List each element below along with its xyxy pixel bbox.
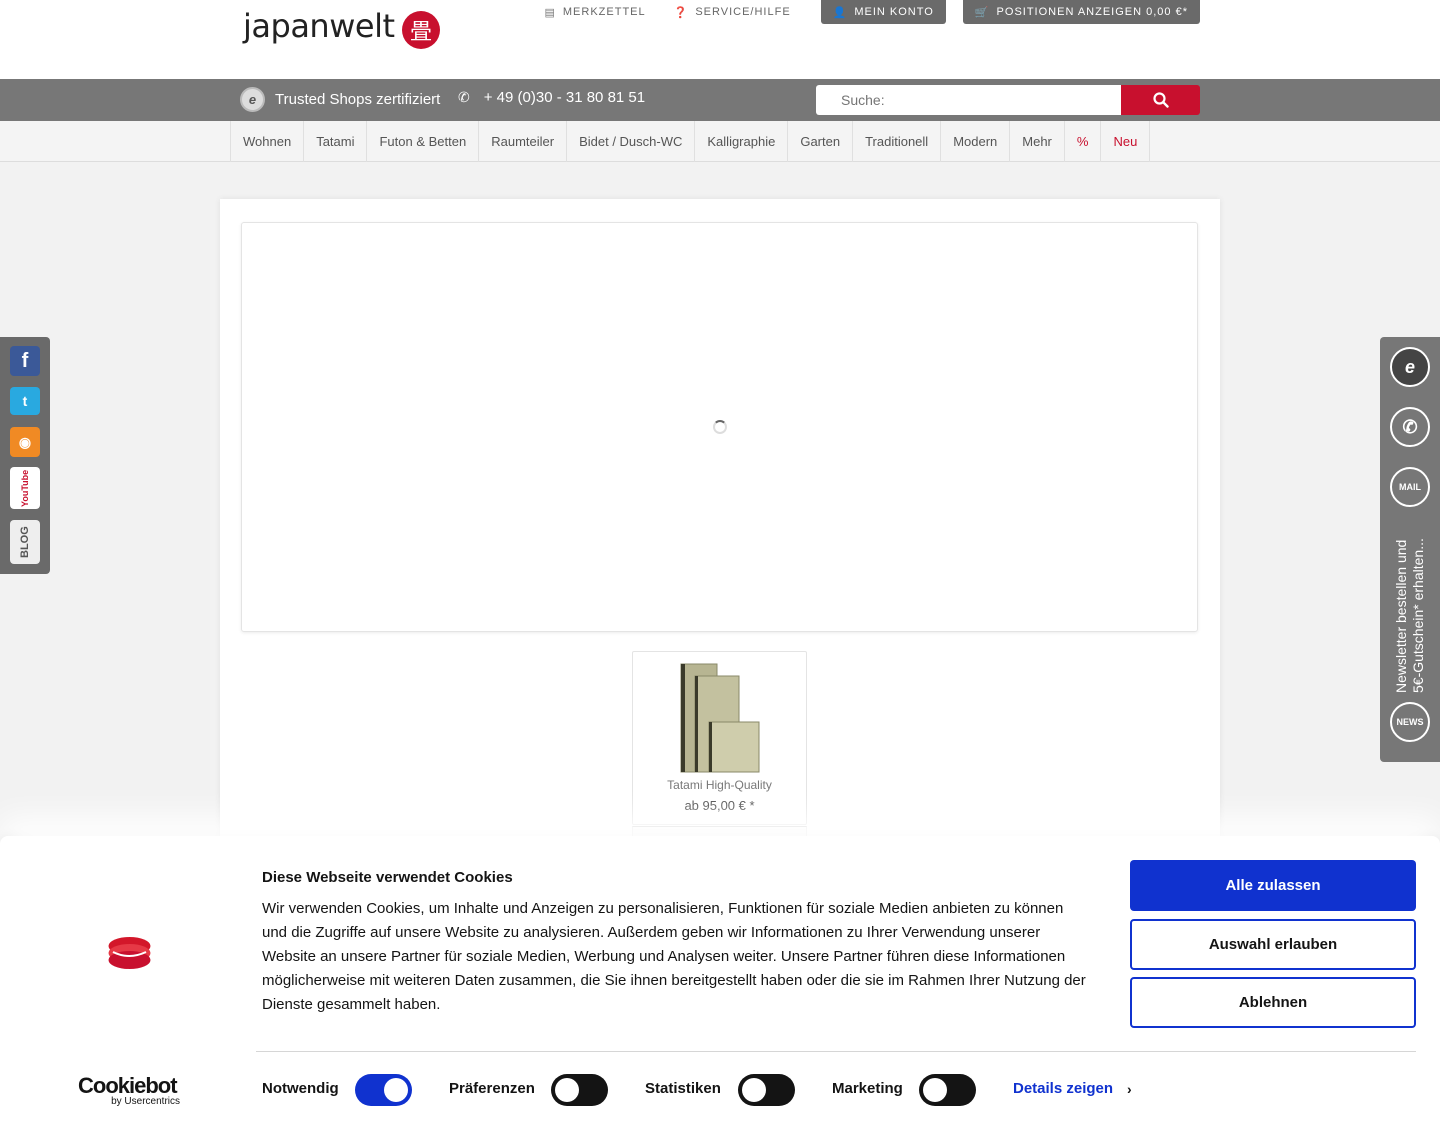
toggle-label-preferences: Präferenzen <box>449 1080 535 1097</box>
nav-item[interactable]: Kalligraphie <box>695 121 789 162</box>
cookie-title: Diese Webseite verwendet Cookies <box>262 869 513 886</box>
newsletter-icon[interactable]: NEWS <box>1390 702 1430 742</box>
product-name[interactable]: Tatami High-Quality <box>633 778 806 792</box>
rss-icon[interactable]: ◉ <box>10 427 40 457</box>
toggle-label-necessary: Notwendig <box>262 1080 339 1097</box>
logo-text: japanwelt <box>243 7 395 45</box>
toggle-label-statistics: Statistiken <box>645 1080 721 1097</box>
nav-item[interactable]: Traditionell <box>853 121 942 162</box>
nav-item[interactable]: Mehr <box>1010 121 1065 162</box>
nav-item[interactable]: Wohnen <box>231 121 305 162</box>
search-form <box>816 85 1200 115</box>
nav-item[interactable]: Futon & Betten <box>367 121 480 162</box>
toggle-label-marketing: Marketing <box>832 1080 903 1097</box>
question-icon: ❓ <box>673 6 689 19</box>
cart-icon: 🛒 <box>974 6 990 19</box>
nav-item[interactable]: % <box>1065 121 1102 162</box>
toggle-marketing[interactable] <box>919 1074 976 1106</box>
top-links: ▤ MERKZETTEL ❓ SERVICE/HILFE 👤 MEIN KONT… <box>530 0 1200 24</box>
trusted-shops-badge[interactable]: e Trusted Shops zertifiziert <box>240 87 440 112</box>
nav-item[interactable]: Bidet / Dusch-WC <box>567 121 696 162</box>
phone-icon: ✆ <box>458 89 470 105</box>
toggle-preferences[interactable] <box>551 1074 608 1106</box>
details-link[interactable]: Details zeigen › <box>1013 1080 1132 1097</box>
nav-item[interactable]: Garten <box>788 121 854 162</box>
content-area: Tatami High-Quality ab 95,00 € * <box>220 199 1220 899</box>
main-nav: Wohnen Tatami Futon & Betten Raumteiler Bide… <box>0 121 1440 162</box>
decline-button[interactable]: Ablehnen <box>1130 977 1416 1028</box>
wishlist-link[interactable]: ▤ MERKZETTEL <box>530 0 659 24</box>
mail-icon[interactable]: MAIL <box>1390 467 1430 507</box>
product-card[interactable]: Tatami High-Quality ab 95,00 € * <box>632 651 807 825</box>
logo-kanji-icon: 畳 <box>402 11 440 49</box>
product-price: ab 95,00 € * <box>684 798 755 813</box>
twitter-icon[interactable]: t <box>10 387 40 415</box>
search-button[interactable] <box>1121 85 1200 115</box>
toggle-statistics[interactable] <box>738 1074 795 1106</box>
cookie-banner: Diese Webseite verwendet Cookies Wir ver… <box>0 836 1440 1123</box>
right-sidebar: e ✆ MAIL Newsletter bestellen und 5€-Gut… <box>1380 337 1440 762</box>
blog-icon[interactable]: BLOG <box>10 520 40 564</box>
nav-item[interactable]: Tatami <box>304 121 368 162</box>
nav-items: Wohnen Tatami Futon & Betten Raumteiler Bide… <box>230 121 1151 162</box>
trusted-shops-icon: e <box>240 87 265 112</box>
loading-spinner-icon <box>713 420 727 434</box>
youtube-icon[interactable]: YouTube <box>10 467 40 509</box>
cart-button[interactable]: 🛒 POSITIONEN ANZEIGEN 0,00 €* <box>962 0 1200 24</box>
service-link[interactable]: ❓ SERVICE/HILFE <box>660 0 805 24</box>
hero-slider[interactable] <box>241 222 1198 632</box>
phone-contact[interactable]: ✆ + 49 (0)30 - 31 80 81 51 <box>458 89 645 106</box>
cookiebot-brand[interactable]: Cookiebot by Usercentrics <box>78 1075 180 1108</box>
newsletter-text[interactable]: Newsletter bestellen und 5€-Gutschein* e… <box>1393 529 1427 693</box>
info-bar: e Trusted Shops zertifiziert ✆ + 49 (0)3… <box>0 79 1440 121</box>
allow-selection-button[interactable]: Auswahl erlauben <box>1130 919 1416 970</box>
phone-icon[interactable]: ✆ <box>1390 407 1430 447</box>
user-icon: 👤 <box>832 6 848 19</box>
tatami-product-image <box>680 663 760 773</box>
cookie-text: Wir verwenden Cookies, um Inhalte und An… <box>262 900 1086 1013</box>
nav-item[interactable]: Modern <box>941 121 1011 162</box>
account-button[interactable]: 👤 MEIN KONTO <box>820 0 946 24</box>
search-input[interactable] <box>816 85 1121 115</box>
allow-all-button[interactable]: Alle zulassen <box>1130 860 1416 911</box>
logo[interactable]: japanwelt <box>243 10 395 42</box>
nav-item[interactable]: Raumteiler <box>479 121 568 162</box>
toggle-necessary[interactable] <box>355 1074 412 1106</box>
search-icon <box>1152 92 1169 108</box>
facebook-icon[interactable]: f <box>10 346 40 376</box>
cookiebot-logo-icon <box>108 937 151 969</box>
chevron-right-icon: › <box>1127 1080 1132 1097</box>
site-header: japanwelt 畳 ▤ MERKZETTEL ❓ SERVICE/HILFE… <box>0 0 1440 79</box>
social-sidebar: f t ◉ YouTube BLOG <box>0 337 50 574</box>
divider <box>256 1051 1416 1052</box>
document-icon: ▤ <box>544 6 556 19</box>
nav-item[interactable]: Neu <box>1101 121 1151 162</box>
trusted-shops-guarantee-icon[interactable]: e <box>1390 347 1430 387</box>
